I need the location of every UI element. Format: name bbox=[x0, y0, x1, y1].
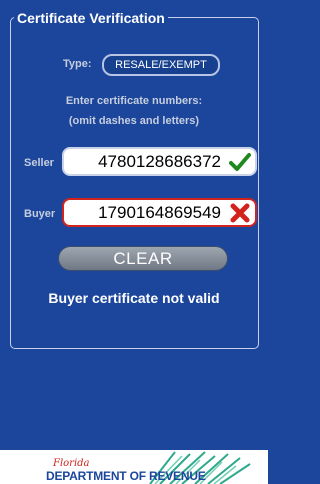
footer-logo: Florida DEPARTMENT OF REVENUE bbox=[0, 450, 268, 484]
seller-label: Seller bbox=[24, 157, 54, 169]
type-label: Type: bbox=[63, 58, 92, 70]
department-of-revenue-text: DEPARTMENT OF REVENUE bbox=[46, 469, 206, 483]
x-icon bbox=[229, 203, 251, 223]
florida-script-text: Florida bbox=[53, 458, 90, 469]
buyer-certificate-field[interactable]: 1790164869549 bbox=[62, 198, 257, 227]
type-row: Type: RESALE/EXEMPT bbox=[0, 54, 268, 76]
seller-certificate-value: 4780128686372 bbox=[98, 152, 221, 171]
type-select-button[interactable]: RESALE/EXEMPT bbox=[102, 54, 220, 76]
buyer-label: Buyer bbox=[24, 208, 56, 220]
status-message: Buyer certificate not valid bbox=[48, 290, 220, 306]
clear-button[interactable]: CLEAR bbox=[58, 246, 228, 271]
panel-legend: Certificate Verification bbox=[14, 10, 168, 26]
instructions-line-2: (omit dashes and letters) bbox=[68, 115, 200, 127]
seller-certificate-field[interactable]: 4780128686372 bbox=[62, 147, 257, 176]
instructions-line-1: Enter certificate numbers: bbox=[65, 95, 203, 107]
check-icon bbox=[229, 152, 251, 172]
buyer-certificate-value: 1790164869549 bbox=[98, 203, 221, 222]
